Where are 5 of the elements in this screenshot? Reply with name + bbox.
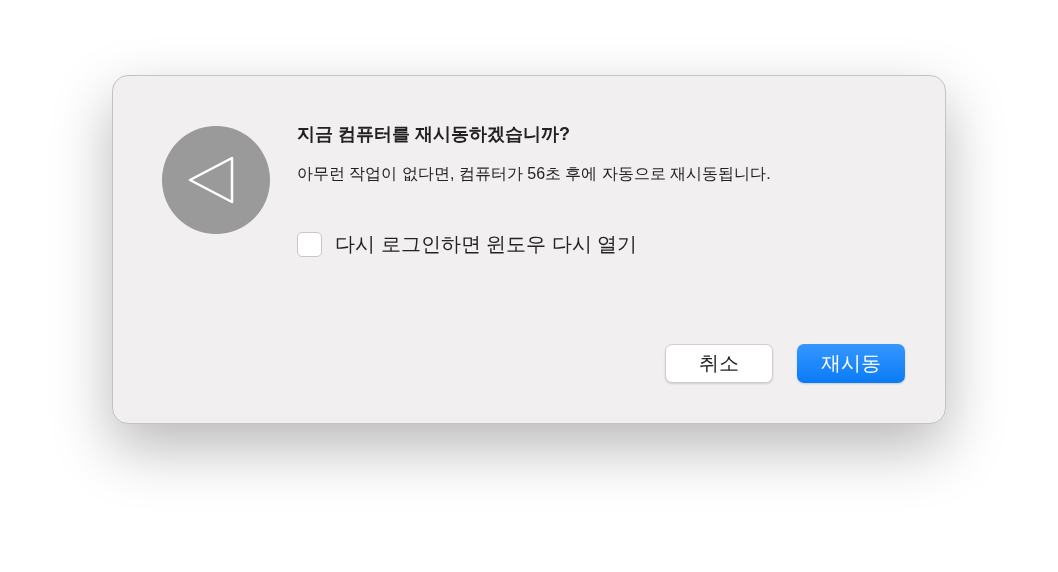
- checkbox[interactable]: [297, 232, 322, 257]
- cancel-button[interactable]: 취소: [665, 344, 773, 383]
- dialog-title: 지금 컴퓨터를 재시동하겠습니까?: [297, 123, 571, 146]
- dialog-message: 아무런 작업이 없다면, 컴퓨터가 56초 후에 자동으로 재시동됩니다.: [297, 164, 772, 184]
- checkbox-label: 다시 로그인하면 윈도우 다시 열기: [335, 232, 638, 257]
